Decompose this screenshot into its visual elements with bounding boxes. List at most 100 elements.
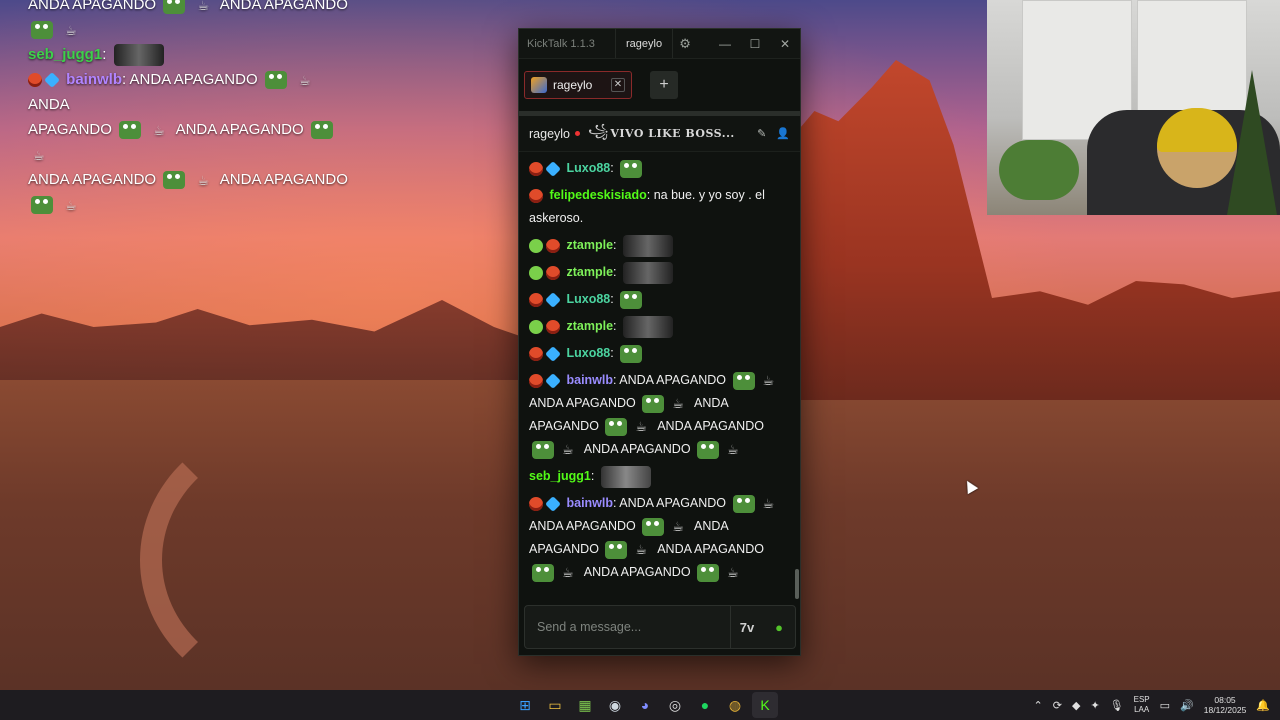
- overlay-text: ANDA APAGANDO: [175, 121, 304, 138]
- badge-icon: [529, 496, 543, 511]
- clock[interactable]: 08:05 18/12/2025: [1204, 695, 1247, 715]
- chrome-icon[interactable]: ◍: [722, 692, 748, 718]
- chat-tab-rageylo[interactable]: rageylo ✕: [524, 71, 632, 99]
- badge-icon: [529, 319, 543, 334]
- message-input-box: 7v ●: [524, 605, 796, 649]
- chat-message: Luxo88:: [529, 340, 786, 367]
- plush-toys: [999, 140, 1079, 200]
- chat-message: bainwlb: ANDA APAGANDO ANDA APAGANDO AND…: [529, 367, 786, 463]
- pepe-emote-icon: [31, 21, 53, 40]
- badge-icon: [546, 265, 560, 280]
- game-launcher-icon[interactable]: ▦: [572, 692, 598, 718]
- pepe-emote-icon: [697, 563, 720, 582]
- overlay-line: ANDA APAGANDO ANDA APAGANDO: [28, 0, 358, 18]
- chat-username[interactable]: ztample: [566, 265, 613, 279]
- volume-icon[interactable]: 🔊: [1180, 699, 1194, 712]
- chat-username[interactable]: bainwlb: [566, 496, 613, 510]
- taskbar-apps: ⊞ ▭ ▦ ◉ ◕ ◎ ● ◍ K: [512, 692, 778, 718]
- pepe-emote-icon: [264, 71, 287, 90]
- clock-time: 08:05: [1214, 695, 1236, 705]
- mug-emote-icon: [725, 561, 743, 584]
- mug-emote-icon: [297, 68, 315, 93]
- mug-emote-icon: [151, 118, 169, 143]
- chat-message: Luxo88:: [529, 286, 786, 313]
- overlay-text: ANDA APAGANDO: [28, 171, 157, 188]
- chat-text: ANDA APAGANDO: [657, 419, 764, 433]
- pepe-emote-icon: [697, 440, 720, 459]
- input-buttons: 7v ●: [730, 606, 795, 648]
- overlay-line: [28, 17, 358, 43]
- overlay-text: ANDA APAGANDO: [129, 71, 258, 88]
- chat-scrollbar[interactable]: [795, 569, 799, 599]
- pin-icon[interactable]: ✎: [757, 127, 766, 140]
- tab-close-icon[interactable]: ✕: [611, 78, 625, 92]
- pepe-emote-icon: [732, 494, 755, 513]
- overlay-username: seb_jugg1: [28, 46, 103, 63]
- chevron-up-icon[interactable]: ⌃: [1034, 699, 1043, 712]
- mug-emote-icon: [670, 515, 688, 538]
- title-channel-tab[interactable]: rageylo: [615, 29, 674, 58]
- chat-message: felipedeskisiado: na bue. y yo soy . el …: [529, 188, 765, 225]
- chat-messages[interactable]: Luxo88: felipedeskisiado: na bue. y yo s…: [519, 153, 800, 601]
- badge-icon: [546, 319, 560, 334]
- settings-gear-icon[interactable]: ⚙: [673, 36, 697, 52]
- keyboard-layout: LAA: [1134, 705, 1150, 714]
- mug-emote-icon: [670, 392, 688, 415]
- face-emote-icon: [622, 315, 673, 338]
- spotify-icon[interactable]: ●: [692, 692, 718, 718]
- start-windows-icon[interactable]: ⊞: [512, 692, 538, 718]
- clock-date: 18/12/2025: [1203, 705, 1247, 715]
- chat-text: ANDA: [694, 396, 729, 410]
- minimize-button[interactable]: —: [710, 37, 740, 51]
- pepe-emote-icon: [532, 440, 554, 459]
- pepe-emote-icon: [732, 371, 755, 390]
- close-button[interactable]: ✕: [770, 37, 800, 51]
- obs-icon[interactable]: ◎: [662, 692, 688, 718]
- chat-username[interactable]: felipedeskisiado: [549, 188, 646, 202]
- microphone-icon[interactable]: 🎙: [1110, 699, 1124, 712]
- mug-emote-icon: [633, 538, 651, 561]
- badge-icon: [529, 265, 543, 280]
- kicktalk-taskbar-icon[interactable]: K: [752, 692, 778, 718]
- chat-username[interactable]: seb_jugg1: [529, 469, 591, 483]
- mug-emote-icon: [560, 561, 578, 584]
- pepe-emote-icon: [163, 171, 186, 190]
- chat-username[interactable]: Luxo88: [566, 161, 610, 175]
- pepe-emote-icon: [310, 121, 333, 140]
- kick-emote-button[interactable]: ●: [763, 620, 795, 635]
- message-input[interactable]: [537, 620, 707, 634]
- maximize-button[interactable]: ☐: [740, 37, 770, 51]
- discord-icon[interactable]: ◕: [632, 692, 658, 718]
- pepe-emote-icon: [642, 394, 665, 413]
- overlay-text: APAGANDO: [28, 121, 112, 138]
- channel-name[interactable]: rageylo: [529, 127, 570, 141]
- overlay-text: ANDA APAGANDO: [28, 0, 157, 13]
- user-icon[interactable]: 👤: [776, 127, 790, 140]
- stream-title: VIVO LIKE BOSS...: [610, 127, 735, 140]
- mug-emote-icon: [195, 0, 213, 18]
- chat-username[interactable]: Luxo88: [566, 346, 610, 360]
- chat-username[interactable]: ztample: [566, 238, 613, 252]
- pepe-emote-icon: [605, 417, 628, 436]
- title-bar[interactable]: KickTalk 1.1.3 rageylo ⚙ — ☐ ✕: [519, 29, 800, 59]
- sync-icon[interactable]: ⟳: [1053, 699, 1062, 712]
- language-indicator[interactable]: ESP LAA: [1134, 695, 1150, 715]
- chat-tabs-bar: rageylo ✕ +: [519, 59, 800, 111]
- pepe-emote-icon: [642, 517, 665, 536]
- notification-bell-icon[interactable]: 🔔: [1256, 699, 1270, 712]
- badge-icon: [545, 291, 561, 308]
- file-explorer-icon[interactable]: ▭: [542, 692, 568, 718]
- app-tray-icon[interactable]: ✦: [1090, 699, 1099, 712]
- security-icon[interactable]: ◆: [1072, 699, 1080, 712]
- chat-text: APAGANDO: [529, 419, 599, 433]
- mug-emote-icon: [725, 438, 743, 461]
- chat-username[interactable]: Luxo88: [566, 292, 610, 306]
- 7tv-emote-button[interactable]: 7v: [731, 620, 763, 635]
- live-indicator-icon: [575, 131, 580, 136]
- network-icon[interactable]: ▭: [1160, 699, 1170, 712]
- overlay-text: ANDA: [28, 96, 70, 113]
- add-tab-button[interactable]: +: [650, 71, 678, 99]
- steam-icon[interactable]: ◉: [602, 692, 628, 718]
- chat-username[interactable]: bainwlb: [566, 373, 613, 387]
- chat-username[interactable]: ztample: [566, 319, 613, 333]
